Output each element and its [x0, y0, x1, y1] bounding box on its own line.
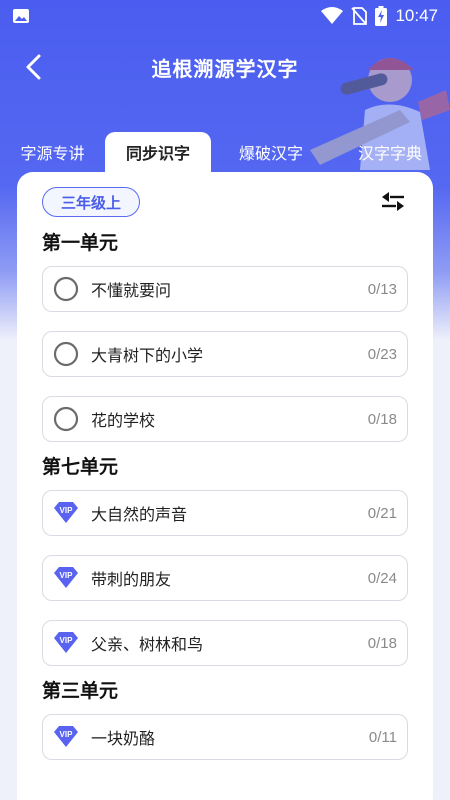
- vip-icon: VIP: [54, 632, 78, 653]
- gallery-icon: [13, 9, 29, 23]
- svg-text:VIP: VIP: [60, 571, 74, 580]
- lesson-name: 父亲、树林和鸟: [91, 635, 204, 654]
- tab-han-zi-zi-dian[interactable]: 汉字字典: [331, 132, 449, 172]
- unit-title: 第七单元: [42, 456, 119, 478]
- lesson-item[interactable]: VIP 一块奶酪 0/11: [42, 714, 408, 760]
- back-arrow-icon[interactable]: [20, 52, 50, 82]
- unit-title: 第三单元: [42, 680, 119, 702]
- lesson-progress: 0/13: [367, 280, 397, 298]
- lesson-progress: 0/18: [367, 634, 397, 652]
- status-time: 10:47: [395, 6, 438, 25]
- lesson-progress: 0/18: [367, 410, 397, 428]
- tab-bar: 字源专讲 同步识字 爆破汉字 汉字字典: [0, 132, 450, 172]
- lesson-name: 不懂就要问: [91, 281, 172, 300]
- wifi-icon: [321, 7, 344, 24]
- swap-arrows-icon[interactable]: [380, 191, 406, 213]
- vip-icon: VIP: [54, 567, 78, 588]
- lesson-progress: 0/11: [368, 728, 397, 746]
- svg-text:VIP: VIP: [60, 730, 74, 739]
- lesson-name: 花的学校: [91, 411, 156, 430]
- unit-title: 第一单元: [42, 232, 119, 254]
- radio-circle-icon: [53, 276, 79, 302]
- lesson-name: 大自然的声音: [91, 505, 188, 524]
- tab-zi-yuan-zhuan-jiang[interactable]: 字源专讲: [0, 132, 105, 172]
- lesson-name: 一块奶酪: [91, 729, 156, 748]
- radio-circle-icon: [53, 341, 79, 367]
- grade-row: 三年级上: [42, 186, 408, 218]
- radio-circle-icon: [53, 406, 79, 432]
- vip-icon: VIP: [54, 726, 78, 747]
- top-bar: 追根溯源学汉字: [0, 32, 450, 102]
- svg-text:VIP: VIP: [60, 636, 74, 645]
- lesson-item[interactable]: VIP 父亲、树林和鸟 0/18: [42, 620, 408, 666]
- no-sim-icon: [351, 7, 368, 25]
- page-title: 追根溯源学汉字: [151, 56, 299, 81]
- lesson-progress: 0/24: [367, 569, 397, 587]
- vip-icon: VIP: [54, 502, 78, 523]
- tab-bao-po-han-zi[interactable]: 爆破汉字: [211, 132, 331, 172]
- lesson-item[interactable]: VIP 大自然的声音 0/21: [42, 490, 408, 536]
- lesson-item[interactable]: 大青树下的小学 0/23: [42, 331, 408, 377]
- lesson-list-card: 三年级上 第一单元不懂就要问 0/13 大青树下的小学 0/23 花的学校 0/18 第七单…: [17, 172, 433, 800]
- lesson-progress: 0/23: [367, 345, 397, 363]
- lesson-name: 大青树下的小学: [91, 346, 204, 365]
- grade-selector[interactable]: 三年级上: [42, 187, 141, 217]
- lesson-progress: 0/21: [367, 504, 397, 522]
- lesson-name: 带刺的朋友: [91, 570, 172, 589]
- lesson-item[interactable]: 不懂就要问 0/13: [42, 266, 408, 312]
- lesson-item[interactable]: VIP 带刺的朋友 0/24: [42, 555, 408, 601]
- status-bar: 10:47: [0, 0, 450, 32]
- battery-charging-icon: [375, 6, 388, 26]
- unit-list: 第一单元不懂就要问 0/13 大青树下的小学 0/23 花的学校 0/18 第七单元 VIP 大…: [42, 230, 408, 760]
- tab-tong-bu-shi-zi[interactable]: 同步识字: [105, 132, 211, 172]
- lesson-item[interactable]: 花的学校 0/18: [42, 396, 408, 442]
- svg-text:VIP: VIP: [60, 506, 74, 515]
